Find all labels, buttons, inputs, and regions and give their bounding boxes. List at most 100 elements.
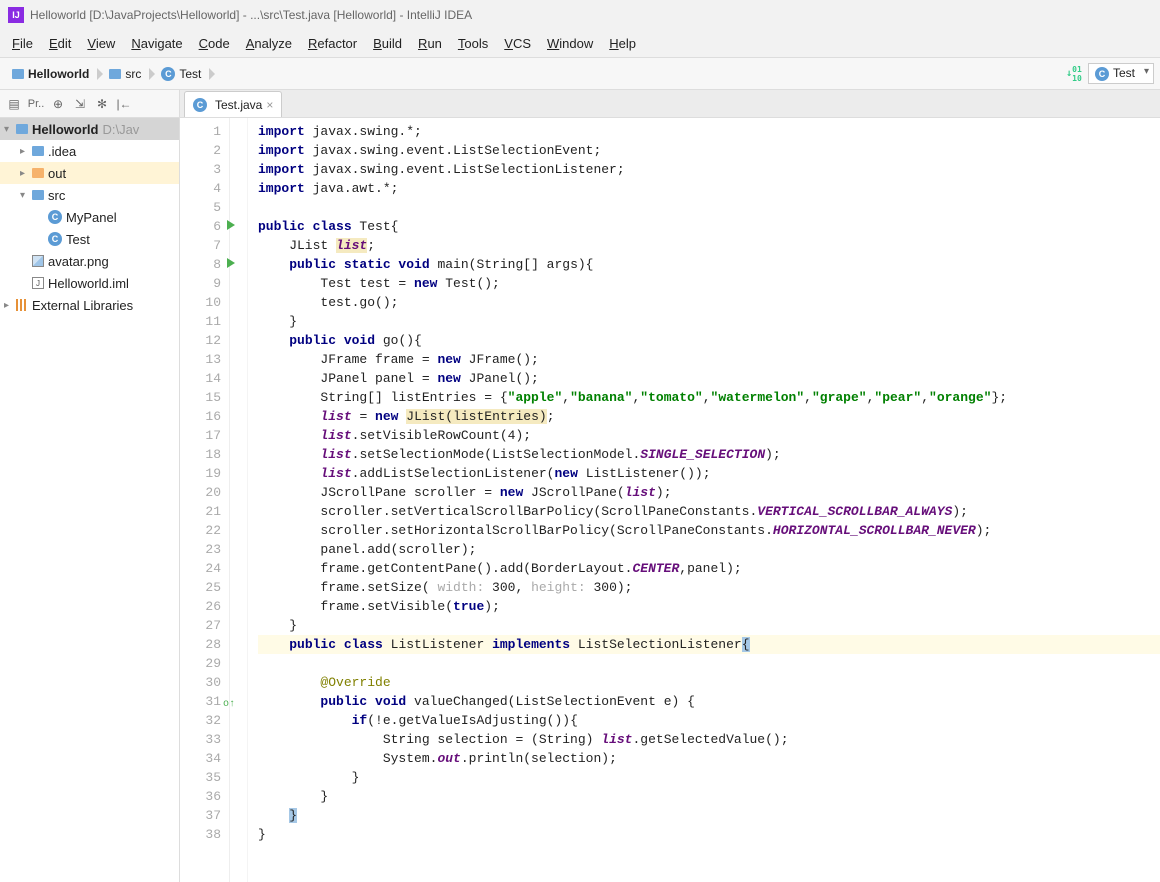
tree-toggle[interactable]: ▸: [4, 300, 16, 311]
menu-edit[interactable]: Edit: [41, 32, 79, 55]
gutter-line[interactable]: 28: [180, 635, 221, 654]
expand-icon[interactable]: ⇲: [72, 96, 88, 112]
collapse-icon[interactable]: |←: [116, 96, 132, 112]
code-line[interactable]: JPanel panel = new JPanel();: [258, 369, 1160, 388]
code-line[interactable]: public void valueChanged(ListSelectionEv…: [258, 692, 1160, 711]
code-line[interactable]: frame.setVisible(true);: [258, 597, 1160, 616]
code-line[interactable]: @Override: [258, 673, 1160, 692]
run-gutter-icon[interactable]: [227, 258, 235, 268]
breadcrumb-item[interactable]: Helloworld: [6, 65, 95, 83]
gutter-line[interactable]: 23: [180, 540, 221, 559]
code-area[interactable]: import javax.swing.*;import javax.swing.…: [248, 118, 1160, 882]
code-line[interactable]: test.go();: [258, 293, 1160, 312]
gutter-line[interactable]: 5: [180, 198, 221, 217]
gutter-line[interactable]: 27: [180, 616, 221, 635]
code-line[interactable]: [258, 654, 1160, 673]
gutter-line[interactable]: 14: [180, 369, 221, 388]
gutter-line[interactable]: 7: [180, 236, 221, 255]
menu-refactor[interactable]: Refactor: [300, 32, 365, 55]
gutter-line[interactable]: 35: [180, 768, 221, 787]
menu-tools[interactable]: Tools: [450, 32, 496, 55]
run-gutter-icon[interactable]: [227, 220, 235, 230]
gutter-line[interactable]: 36: [180, 787, 221, 806]
code-line[interactable]: public static void main(String[] args){: [258, 255, 1160, 274]
gutter-line[interactable]: 37: [180, 806, 221, 825]
code-line[interactable]: }: [258, 825, 1160, 844]
breadcrumb-item[interactable]: src: [103, 65, 147, 83]
tree-toggle[interactable]: ▾: [20, 190, 32, 201]
gutter-line[interactable]: 9: [180, 274, 221, 293]
tree-row[interactable]: ▾Helloworld D:\Jav: [0, 118, 179, 140]
gutter-line[interactable]: 13: [180, 350, 221, 369]
code-line[interactable]: JScrollPane scroller = new JScrollPane(l…: [258, 483, 1160, 502]
tree-row[interactable]: ▸.idea: [0, 140, 179, 162]
code-line[interactable]: [258, 198, 1160, 217]
code-line[interactable]: }: [258, 806, 1160, 825]
code-line[interactable]: JList list;: [258, 236, 1160, 255]
code-line[interactable]: String selection = (String) list.getSele…: [258, 730, 1160, 749]
code-line[interactable]: panel.add(scroller);: [258, 540, 1160, 559]
gutter-line[interactable]: 17: [180, 426, 221, 445]
code-line[interactable]: public void go(){: [258, 331, 1160, 350]
menu-navigate[interactable]: Navigate: [123, 32, 190, 55]
code-line[interactable]: System.out.println(selection);: [258, 749, 1160, 768]
code-line[interactable]: public class ListListener implements Lis…: [258, 635, 1160, 654]
code-line[interactable]: if(!e.getValueIsAdjusting()){: [258, 711, 1160, 730]
code-line[interactable]: import javax.swing.event.ListSelectionEv…: [258, 141, 1160, 160]
gutter-line[interactable]: 24: [180, 559, 221, 578]
menu-analyze[interactable]: Analyze: [238, 32, 300, 55]
menu-run[interactable]: Run: [410, 32, 450, 55]
gutter-line[interactable]: 2: [180, 141, 221, 160]
gutter-line[interactable]: 22: [180, 521, 221, 540]
code-line[interactable]: }: [258, 616, 1160, 635]
tree-row[interactable]: ▸External Libraries: [0, 294, 179, 316]
gutter-line[interactable]: 12: [180, 331, 221, 350]
tree-toggle[interactable]: ▸: [20, 168, 32, 179]
code-line[interactable]: list.setVisibleRowCount(4);: [258, 426, 1160, 445]
tree-toggle[interactable]: ▾: [4, 124, 16, 135]
project-view-icon[interactable]: ▤: [6, 96, 22, 112]
tree-row[interactable]: CMyPanel: [0, 206, 179, 228]
gutter-line[interactable]: 26: [180, 597, 221, 616]
gutter-line[interactable]: 38: [180, 825, 221, 844]
code-line[interactable]: list.addListSelectionListener(new ListLi…: [258, 464, 1160, 483]
code-line[interactable]: String[] listEntries = {"apple","banana"…: [258, 388, 1160, 407]
menu-help[interactable]: Help: [601, 32, 644, 55]
editor-tab-test[interactable]: C Test.java ×: [184, 91, 282, 117]
tree-row[interactable]: CTest: [0, 228, 179, 250]
gutter-line[interactable]: 16: [180, 407, 221, 426]
gutter-line[interactable]: 21: [180, 502, 221, 521]
code-line[interactable]: }: [258, 768, 1160, 787]
code-line[interactable]: JFrame frame = new JFrame();: [258, 350, 1160, 369]
tree-row[interactable]: ▾src: [0, 184, 179, 206]
gutter-line[interactable]: 29: [180, 654, 221, 673]
gutter-line[interactable]: 34: [180, 749, 221, 768]
gear-icon[interactable]: ✻: [94, 96, 110, 112]
menu-build[interactable]: Build: [365, 32, 410, 55]
tree-row[interactable]: JHelloworld.iml: [0, 272, 179, 294]
gutter-line[interactable]: 6: [180, 217, 221, 236]
tree-row[interactable]: ▸out: [0, 162, 179, 184]
menu-file[interactable]: File: [4, 32, 41, 55]
code-line[interactable]: list.setSelectionMode(ListSelectionModel…: [258, 445, 1160, 464]
code-line[interactable]: import javax.swing.event.ListSelectionLi…: [258, 160, 1160, 179]
gutter-line[interactable]: 20: [180, 483, 221, 502]
code-line[interactable]: import java.awt.*;: [258, 179, 1160, 198]
menu-view[interactable]: View: [79, 32, 123, 55]
gutter-line[interactable]: 30: [180, 673, 221, 692]
menu-vcs[interactable]: VCS: [496, 32, 539, 55]
tree-row[interactable]: avatar.png: [0, 250, 179, 272]
code-line[interactable]: import javax.swing.*;: [258, 122, 1160, 141]
gutter-line[interactable]: 3: [180, 160, 221, 179]
code-line[interactable]: }: [258, 787, 1160, 806]
code-line[interactable]: frame.getContentPane().add(BorderLayout.…: [258, 559, 1160, 578]
close-icon[interactable]: ×: [266, 98, 273, 112]
target-icon[interactable]: ⊕: [50, 96, 66, 112]
code-line[interactable]: }: [258, 312, 1160, 331]
code-line[interactable]: Test test = new Test();: [258, 274, 1160, 293]
sync-icon[interactable]: ↓0110: [1066, 66, 1082, 82]
gutter-line[interactable]: 32: [180, 711, 221, 730]
breadcrumb-item[interactable]: CTest: [155, 65, 207, 83]
gutter-line[interactable]: 11: [180, 312, 221, 331]
code-line[interactable]: scroller.setHorizontalScrollBarPolicy(Sc…: [258, 521, 1160, 540]
